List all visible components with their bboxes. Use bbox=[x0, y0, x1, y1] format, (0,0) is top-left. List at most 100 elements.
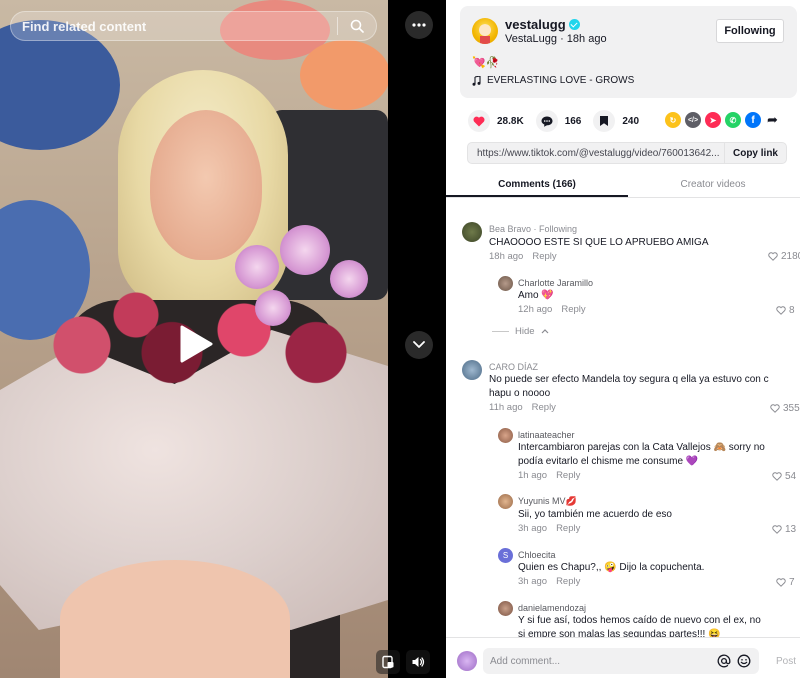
heart-outline-icon bbox=[776, 306, 786, 315]
music-note-icon bbox=[472, 75, 481, 86]
comment-username[interactable]: CARO DÍAZ bbox=[489, 362, 538, 372]
orchid-flower bbox=[255, 290, 291, 326]
comment-count: 166 bbox=[564, 115, 582, 127]
cartoon-avatar-icon bbox=[478, 23, 492, 44]
embed-icon[interactable]: </> bbox=[685, 112, 701, 128]
send-icon[interactable]: ➤ bbox=[705, 112, 721, 128]
comment-time: 1h ago bbox=[518, 470, 548, 481]
comment-tabs: Comments (166) Creator videos bbox=[446, 172, 800, 198]
facebook-icon[interactable]: f bbox=[745, 112, 761, 128]
comment-like-count: 8 bbox=[789, 305, 795, 316]
avatar[interactable] bbox=[498, 494, 513, 509]
avatar[interactable] bbox=[462, 360, 482, 380]
comment-text: CHAOOOO ESTE SI QUE LO APRUEBO AMIGA bbox=[489, 237, 709, 248]
reply-button[interactable]: Reply bbox=[532, 402, 556, 413]
reply-button[interactable]: Reply bbox=[556, 576, 580, 587]
avatar[interactable]: S bbox=[498, 548, 513, 563]
comment-username[interactable]: latinaateacher bbox=[518, 430, 575, 440]
author-username[interactable]: vestalugg bbox=[505, 17, 580, 32]
chevron-up-icon bbox=[541, 329, 548, 334]
comment-input-placeholder[interactable]: Add comment... bbox=[483, 656, 717, 667]
next-video-button[interactable] bbox=[405, 331, 433, 359]
search-bar[interactable]: Find related content bbox=[10, 11, 377, 41]
mention-icon[interactable] bbox=[717, 654, 731, 668]
author-subline: VestaLugg · 18h ago bbox=[505, 33, 607, 45]
comment-like-count: 355 bbox=[783, 403, 800, 414]
copy-link-button[interactable]: Copy link bbox=[724, 143, 786, 163]
heart-outline-icon bbox=[770, 404, 780, 413]
comment-username[interactable]: Bea Bravo · Following bbox=[489, 224, 577, 234]
comment-like-count: 54 bbox=[785, 471, 797, 482]
comment-meta: 3h ago Reply bbox=[518, 576, 580, 587]
author-display-name: VestaLugg bbox=[505, 33, 557, 45]
comment-list: Bea Bravo · Following CHAOOOO ESTE SI QU… bbox=[446, 200, 800, 637]
play-button[interactable] bbox=[174, 322, 218, 366]
more-options-button[interactable] bbox=[405, 11, 433, 39]
save-count: 240 bbox=[622, 115, 640, 127]
music-link[interactable]: EVERLASTING LOVE - GROWS bbox=[472, 75, 634, 86]
comment-time: 3h ago bbox=[518, 576, 548, 587]
post-button[interactable]: Post bbox=[776, 656, 796, 667]
comment-like-button[interactable]: 54 bbox=[772, 471, 796, 482]
reply-button[interactable]: Reply bbox=[556, 470, 580, 481]
avatar[interactable] bbox=[498, 601, 513, 616]
tab-comments[interactable]: Comments (166) bbox=[446, 172, 628, 197]
heart-outline-icon bbox=[768, 252, 778, 261]
comment-text: Amo 💖 bbox=[518, 290, 554, 301]
comment-username[interactable]: Chloecita bbox=[518, 550, 556, 560]
avatar[interactable] bbox=[498, 276, 513, 291]
comment-text: Sii, yo también me acuerdo de eso bbox=[518, 509, 672, 520]
comment-icon-wrap bbox=[535, 110, 558, 132]
comment-like-button[interactable]: 355 bbox=[770, 403, 800, 414]
comment-time: 18h ago bbox=[489, 251, 524, 262]
pip-icon bbox=[382, 655, 394, 669]
app-root: Find related content vestalugg VestaLugg… bbox=[0, 0, 800, 678]
author-handle[interactable]: vestalugg bbox=[505, 17, 566, 32]
comment-like-button[interactable]: 2180 bbox=[768, 251, 800, 262]
tab-creator-videos[interactable]: Creator videos bbox=[628, 172, 798, 197]
comment-text: Y si fue así, todos hemos caído de nuevo… bbox=[518, 615, 761, 637]
save-button[interactable]: 240 bbox=[593, 110, 639, 132]
search-input[interactable]: Find related content bbox=[11, 19, 337, 34]
repost-icon[interactable]: ↻ bbox=[665, 112, 681, 128]
emoji-icon[interactable] bbox=[737, 654, 751, 668]
comment-button[interactable]: 166 bbox=[535, 110, 582, 132]
reply-button[interactable]: Reply bbox=[532, 251, 556, 262]
comment-like-button[interactable]: 8 bbox=[776, 305, 795, 316]
volume-button[interactable] bbox=[406, 650, 430, 674]
music-title[interactable]: EVERLASTING LOVE - GROWS bbox=[487, 75, 634, 86]
engagement-bar: 28.8K 166 240 bbox=[468, 110, 651, 132]
following-button[interactable]: Following bbox=[716, 19, 784, 43]
comment-meta: 1h ago Reply bbox=[518, 470, 580, 481]
orchid-flower bbox=[235, 245, 279, 289]
comment-username[interactable]: Charlotte Jaramillo bbox=[518, 278, 593, 288]
volume-icon bbox=[412, 657, 425, 667]
reply-button[interactable]: Reply bbox=[561, 304, 585, 315]
person-hands bbox=[60, 560, 290, 678]
picture-in-picture-button[interactable] bbox=[376, 650, 400, 674]
like-button[interactable]: 28.8K bbox=[468, 110, 524, 132]
comment-like-count: 2180 bbox=[781, 251, 800, 262]
comment-username[interactable]: danielamendozaj bbox=[518, 603, 586, 613]
avatar[interactable] bbox=[462, 222, 482, 242]
search-button[interactable] bbox=[338, 11, 376, 41]
video-url[interactable]: https://www.tiktok.com/@vestalugg/video/… bbox=[468, 148, 724, 159]
author-avatar[interactable] bbox=[472, 18, 498, 44]
comment-meta: 11h ago Reply bbox=[489, 402, 556, 413]
reply-button[interactable]: Reply bbox=[556, 523, 580, 534]
comment-text: Quien es Chapu?,, 🤪 Dijo la copuchenta. bbox=[518, 562, 705, 573]
heart-icon bbox=[473, 116, 485, 126]
hide-replies-button[interactable]: Hide bbox=[492, 326, 549, 337]
comment-like-button[interactable]: 13 bbox=[772, 524, 796, 535]
share-link-box: https://www.tiktok.com/@vestalugg/video/… bbox=[467, 142, 787, 164]
separator-dot: · bbox=[560, 33, 567, 45]
share-arrow-icon[interactable]: ➦ bbox=[767, 112, 778, 128]
share-options: ↻ </> ➤ ✆ f ➦ bbox=[665, 112, 778, 128]
comment-like-count: 7 bbox=[789, 577, 795, 588]
avatar[interactable] bbox=[498, 428, 513, 443]
whatsapp-icon[interactable]: ✆ bbox=[725, 112, 741, 128]
comment-username[interactable]: Yuyunis MV💋 bbox=[518, 496, 577, 507]
comment-input[interactable]: Add comment... bbox=[483, 648, 759, 674]
comment-like-button[interactable]: 7 bbox=[776, 577, 795, 588]
hide-label[interactable]: Hide bbox=[515, 326, 535, 337]
